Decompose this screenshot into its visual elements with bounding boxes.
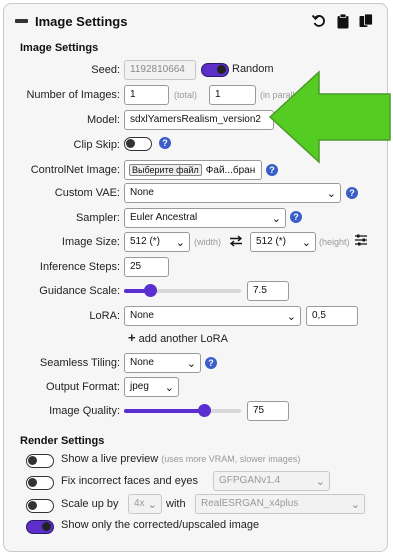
seamless-help-icon[interactable]: ? — [205, 357, 217, 369]
upscale-model-select[interactable]: RealESRGAN_x4plus ⌄ — [195, 494, 365, 514]
with-label: with — [166, 498, 186, 510]
seamless-value: None — [130, 357, 154, 368]
live-preview-text: Show a live preview (uses more VRAM, slo… — [61, 453, 300, 465]
chevron-down-icon: ⌄ — [286, 311, 296, 323]
image-quality-label: Image Quality: — [49, 405, 120, 417]
lora-value: None — [130, 310, 154, 321]
chevron-down-icon: ⌄ — [147, 499, 157, 511]
live-preview-hint: (uses more VRAM, slower images) — [161, 454, 301, 464]
size-settings-icon[interactable] — [354, 233, 368, 247]
chevron-down-icon: ⌄ — [350, 499, 360, 511]
lora-weight-input[interactable]: 0,5 — [306, 306, 358, 326]
image-settings-heading: Image Settings — [20, 42, 99, 54]
output-format-select[interactable]: jpeg ⌄ — [124, 377, 179, 397]
image-quality-input[interactable]: 75 — [247, 401, 289, 421]
file-status-text: Фай...бран — [205, 165, 256, 176]
seamless-tiling-label: Seamless Tiling: — [39, 357, 120, 369]
image-size-label: Image Size: — [61, 236, 120, 248]
fix-faces-label: Fix incorrect faces and eyes — [61, 475, 198, 487]
lora-select[interactable]: None ⌄ — [124, 306, 301, 326]
clip-skip-help-icon[interactable]: ? — [159, 137, 171, 149]
add-lora-button[interactable]: + add another LoRA — [128, 330, 228, 345]
random-seed-toggle[interactable] — [201, 63, 229, 77]
upscale-toggle[interactable] — [26, 499, 54, 513]
swap-icon[interactable] — [229, 235, 243, 247]
width-value: 512 (*) — [130, 236, 161, 247]
chevron-down-icon: ⌄ — [271, 213, 281, 225]
panel-title: Image Settings — [35, 14, 128, 29]
guidance-slider-thumb[interactable] — [144, 284, 157, 297]
guidance-scale-input[interactable]: 7.5 — [247, 281, 289, 301]
chevron-down-icon: ⌄ — [301, 237, 311, 249]
num-images-parallel-input[interactable]: 1 — [209, 85, 256, 105]
chevron-down-icon: ⌄ — [186, 358, 196, 370]
upscale-factor-select[interactable]: 4x ⌄ — [128, 494, 162, 514]
guidance-scale-label: Guidance Scale: — [39, 285, 120, 297]
height-hint: (height) — [319, 237, 350, 247]
copy-icon[interactable] — [358, 13, 374, 29]
model-input[interactable]: sdxlYamersRealism_version2 — [124, 110, 274, 130]
show-corrected-only-label: Show only the corrected/upscaled image — [61, 519, 260, 531]
show-corrected-only-toggle[interactable] — [26, 520, 54, 534]
live-preview-label: Show a live preview — [61, 453, 159, 465]
image-quality-slider[interactable] — [124, 404, 241, 418]
live-preview-toggle[interactable] — [26, 454, 54, 468]
inference-steps-label: Inference Steps: — [39, 261, 120, 273]
face-model-select[interactable]: GFPGANv1.4 ⌄ — [213, 471, 330, 491]
height-select[interactable]: 512 (*) ⌄ — [250, 232, 316, 252]
chevron-down-icon: ⌄ — [164, 382, 174, 394]
sampler-label: Sampler: — [75, 212, 120, 224]
num-images-total-input[interactable]: 1 — [124, 85, 169, 105]
seed-label: Seed: — [91, 64, 120, 76]
guidance-scale-slider[interactable] — [124, 284, 241, 298]
sampler-select[interactable]: Euler Ancestral ⌄ — [124, 208, 286, 228]
clipboard-icon[interactable] — [335, 13, 351, 29]
quality-slider-thumb[interactable] — [198, 404, 211, 417]
quality-slider-fill — [124, 409, 204, 413]
custom-vae-label: Custom VAE: — [54, 187, 120, 199]
num-images-label: Number of Images: — [26, 89, 120, 101]
panel-header[interactable]: Image Settings — [4, 4, 387, 38]
render-settings-heading: Render Settings — [20, 435, 105, 447]
clip-skip-label: Clip Skip: — [73, 139, 120, 151]
total-hint: (total) — [174, 90, 198, 100]
reset-icon[interactable] — [311, 13, 327, 29]
choose-file-button[interactable]: Выберите файл — [129, 164, 202, 176]
width-hint: (width) — [194, 237, 222, 247]
width-select[interactable]: 512 (*) ⌄ — [124, 232, 190, 252]
lora-label: LoRA: — [89, 310, 120, 322]
upscale-label: Scale up by — [61, 498, 119, 510]
controlnet-file-input[interactable]: Выберите файл Фай...бран — [124, 160, 262, 180]
height-value: 512 (*) — [256, 236, 287, 247]
upscale-model-value: RealESRGAN_x4plus — [201, 498, 299, 509]
custom-vae-help-icon[interactable]: ? — [346, 187, 358, 199]
sampler-value: Euler Ancestral — [130, 212, 198, 223]
seed-input[interactable]: 1192810664 — [124, 60, 196, 80]
output-format-value: jpeg — [130, 381, 149, 392]
fix-faces-toggle[interactable] — [26, 476, 54, 490]
chevron-down-icon: ⌄ — [326, 188, 336, 200]
chevron-down-icon: ⌄ — [175, 237, 185, 249]
controlnet-help-icon[interactable]: ? — [266, 164, 278, 176]
seamless-tiling-select[interactable]: None ⌄ — [124, 353, 201, 373]
model-label: Model: — [86, 114, 120, 126]
chevron-down-icon: ⌄ — [315, 476, 325, 488]
collapse-handle-icon[interactable] — [15, 19, 28, 23]
face-model-value: GFPGANv1.4 — [219, 475, 281, 486]
clip-skip-toggle[interactable] — [124, 137, 152, 151]
plus-icon: + — [128, 330, 136, 345]
green-arrow-annotation — [268, 70, 391, 164]
upscale-factor-value: 4x — [134, 498, 145, 509]
sampler-help-icon[interactable]: ? — [290, 211, 302, 223]
controlnet-label: ControlNet Image: — [30, 164, 120, 176]
custom-vae-select[interactable]: None ⌄ — [124, 183, 341, 203]
custom-vae-value: None — [130, 187, 154, 198]
add-lora-label: add another LoRA — [138, 333, 228, 345]
inference-steps-input[interactable]: 25 — [124, 257, 169, 277]
output-format-label: Output Format: — [46, 381, 120, 393]
